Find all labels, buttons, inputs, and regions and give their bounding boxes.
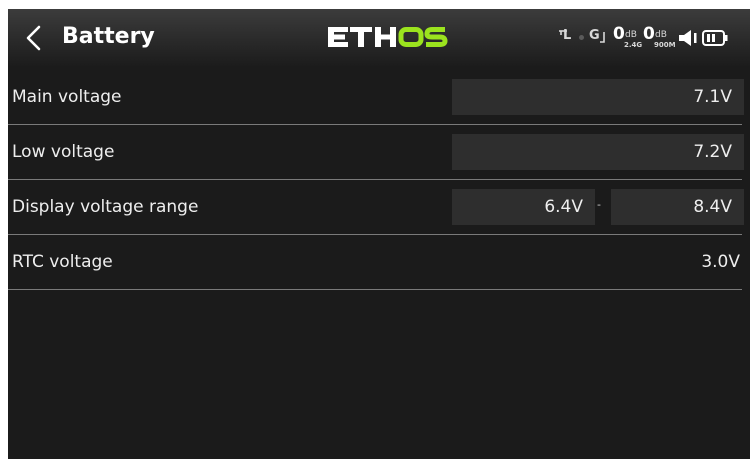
rssi-24-band: 2.4G: [624, 41, 643, 49]
rssi-900-unit: dB: [655, 30, 667, 40]
g-label: G: [589, 28, 600, 43]
display-range-min-field[interactable]: 6.4V: [452, 189, 595, 225]
rssi-24-unit: dB: [625, 30, 637, 40]
rtc-voltage-value: 3.0V: [701, 252, 740, 272]
battery-icon: [702, 30, 728, 46]
rssi-900-band: 900M: [654, 41, 676, 49]
display-voltage-range-row: Display voltage range 6.4V - 8.4V: [8, 180, 744, 235]
page-title: Battery: [62, 24, 155, 49]
speaker-icon: [679, 30, 697, 46]
header-bar: Battery L G 0 dB 2.4G 0 dB 900M: [8, 9, 750, 66]
range-separator: -: [597, 198, 601, 211]
g-corner-icon: [600, 32, 605, 43]
status-dot: [579, 35, 584, 40]
low-voltage-label: Low voltage: [12, 142, 115, 162]
low-voltage-row: Low voltage 7.2V: [8, 125, 744, 180]
display-voltage-range-label: Display voltage range: [12, 197, 199, 217]
back-arrow-icon[interactable]: [24, 25, 44, 51]
main-voltage-label: Main voltage: [12, 87, 122, 107]
rx-label: L: [563, 28, 572, 43]
ethos-logo: [328, 27, 448, 47]
low-voltage-field[interactable]: 7.2V: [452, 134, 744, 170]
main-voltage-field[interactable]: 7.1V: [452, 79, 744, 115]
main-voltage-row: Main voltage 7.1V: [8, 70, 744, 125]
battery-screen: Battery L G 0 dB 2.4G 0 dB 900M Main vol…: [8, 9, 750, 459]
display-range-max-field[interactable]: 8.4V: [611, 189, 744, 225]
rtc-voltage-row: RTC voltage 3.0V: [8, 235, 742, 290]
rtc-voltage-label: RTC voltage: [12, 252, 113, 272]
